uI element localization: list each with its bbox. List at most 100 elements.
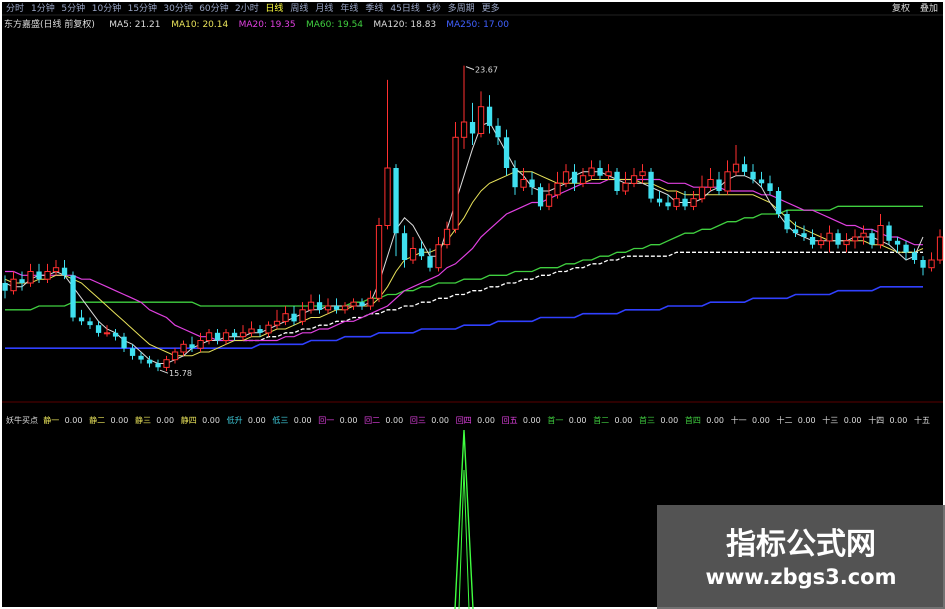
indicator-legend-item: 0.00 [844,416,862,425]
indicator-legend-item: 十一 [731,415,747,425]
period-tab[interactable]: 日线 [265,2,283,14]
candle-body [716,179,722,191]
candle-body [477,106,485,134]
candle-body [299,309,306,322]
candle-body [886,225,892,241]
candle-body [903,244,909,253]
period-tab[interactable]: 45日线 [390,2,419,14]
period-tab[interactable]: 10分钟 [92,2,121,14]
candle-body [809,237,816,245]
ma-legend: 东方嘉盛(日线 前复权) MA5: 21.21 MA10: 20.14 MA20: 1… [4,18,509,30]
candle-body [869,233,875,245]
candle-body [36,271,42,280]
indicator-legend-item: 0.00 [660,416,678,425]
candle-body [307,301,315,311]
candle-body [146,359,153,364]
candle-body [750,171,756,180]
candle-body [189,344,195,349]
watermark-url: www.zbgs3.com [705,565,897,589]
period-tab[interactable]: 季线 [365,2,383,14]
indicator-legend-item: 静四 [181,415,197,425]
toolbar-right-button[interactable]: 叠加 [920,3,938,14]
toolbar-right-button[interactable]: 复权 [892,2,910,14]
candle-body [384,167,391,226]
indicator-legend-item: 0.00 [65,416,83,425]
candle-body [784,214,790,230]
candle-body [350,301,357,307]
indicator-legend-item: 0.00 [156,416,174,425]
period-tab[interactable]: 年线 [340,2,358,14]
high-price-label: 23.67 [475,66,498,75]
low-price-label: 15.78 [169,369,192,378]
indicator-legend-item: 回二 [364,416,380,425]
candle-body [409,248,417,261]
candle-body [375,225,383,299]
indicator-legend-item: 低升 [227,415,243,425]
indicator-legend-item: 首三 [639,415,655,425]
candle-body [537,187,544,207]
candle-body [180,343,187,353]
candle-body [197,340,204,349]
candle-body [588,167,595,177]
period-tab[interactable]: 周线 [290,2,308,14]
candle-body [486,106,493,126]
indicator-legend-item: 0.00 [248,416,266,425]
candle-body [673,198,680,207]
legend-item: 东方嘉盛(日线 前复权) [4,18,95,30]
candle-body [503,137,510,168]
period-tab[interactable]: 更多 [482,2,500,14]
indicator-legend-item: 0.00 [385,416,403,425]
candle-body [367,297,374,307]
candle-body [545,194,553,207]
candle-body [19,279,25,283]
candle-body [265,324,272,334]
candle-body [282,313,289,322]
candle-body [707,179,714,188]
candle-body [614,171,620,191]
period-tab[interactable]: 5分钟 [61,2,85,14]
candle-body [205,332,213,341]
watermark-title: 指标公式网 [726,527,876,562]
candle-body [103,332,111,335]
candle-body [418,248,425,257]
candle-body [44,271,51,280]
candle-body [648,171,654,199]
candle-body [911,252,918,260]
period-tab[interactable]: 1分钟 [31,2,55,14]
candle-body [826,232,833,242]
candle-body [605,171,612,177]
candle-body [78,317,85,322]
candle-body [443,228,451,246]
candle-body [792,229,799,234]
candle-body [27,271,34,284]
candle-body [936,236,944,261]
indicator-legend-item: 回三 [410,416,426,425]
candle-body [495,125,501,138]
candle-body [639,171,646,177]
period-tab[interactable]: 2小时 [235,2,259,14]
candle-body [393,168,399,234]
period-tab[interactable]: 30分钟 [163,2,192,14]
candle-body [10,278,17,292]
indicator-legend: 妖牛买点 静一 0.00 静二 0.00 静三 0.00 静四 0.00 低升 0.00 低三 0.00… [6,415,930,425]
period-tab[interactable]: 多周期 [448,2,475,14]
period-tab[interactable]: 分时 [6,2,24,14]
candle-body [460,121,468,138]
candle-body [469,122,476,134]
candle-body [529,179,535,188]
period-tab[interactable]: 60分钟 [199,2,228,14]
period-tab[interactable]: 月线 [315,2,333,14]
indicator-legend-item: 首二 [593,415,609,425]
indicator-legend-item: 0.00 [615,416,633,425]
candle-body [121,336,127,349]
candle-body [877,225,884,246]
candle-body [690,198,697,207]
candle-body [61,267,68,276]
indicator-legend-item: 0.00 [111,416,129,425]
candle-body [324,305,332,311]
indicator-legend-item: 0.00 [340,416,358,425]
candle-body [452,136,459,230]
period-tab[interactable]: 5秒 [426,2,441,14]
candle-body [129,348,136,356]
period-tab[interactable]: 15分钟 [128,2,157,14]
